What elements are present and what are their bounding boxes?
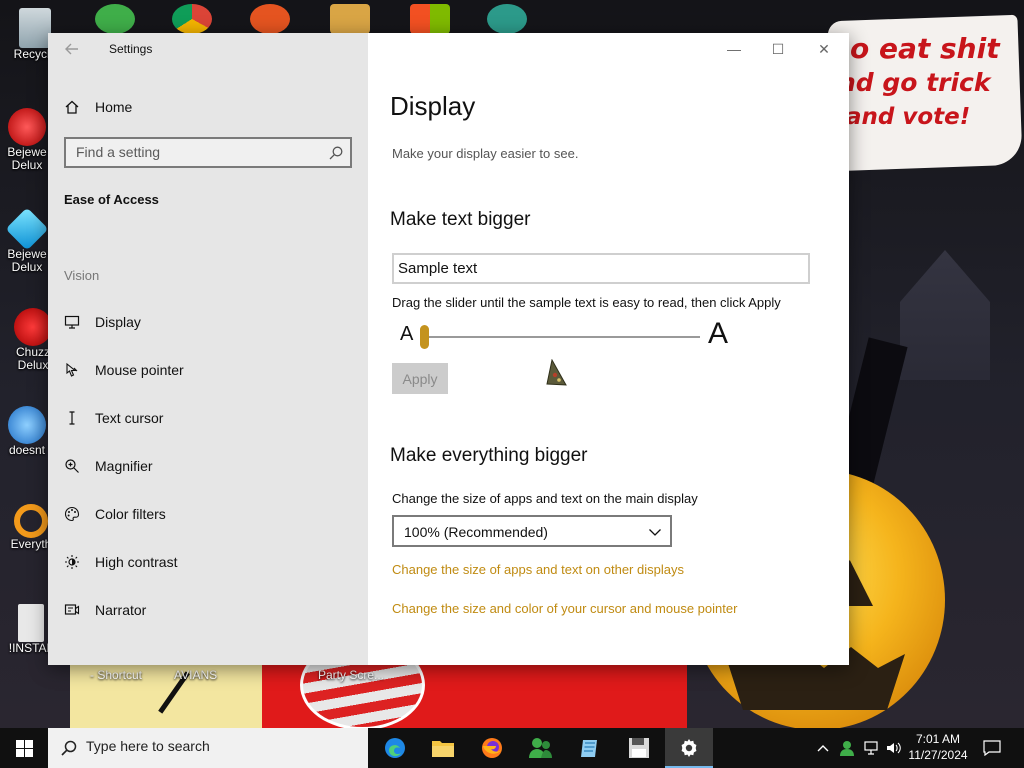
mouse-pointer-icon (66, 362, 78, 377)
slider-hint: Drag the slider until the sample text is… (392, 295, 781, 310)
start-button[interactable] (0, 728, 48, 768)
magnifier-icon (65, 459, 79, 473)
scale-label: Change the size of apps and text on the … (392, 491, 698, 506)
notepad-icon[interactable] (566, 728, 614, 768)
chrome-icon[interactable] (172, 4, 212, 34)
windows-logo-icon (15, 739, 33, 757)
narrator-icon (64, 604, 80, 615)
edge-icon[interactable] (371, 728, 419, 768)
nav-item-label: High contrast (95, 554, 178, 570)
file-explorer-icon[interactable] (419, 728, 467, 768)
high-contrast-icon (65, 555, 79, 569)
nav-item-label: Magnifier (95, 458, 153, 474)
clock-time: 7:01 AM (915, 732, 961, 746)
window-title: Settings (109, 42, 153, 56)
wallpaper-house (900, 250, 990, 380)
nav-home[interactable]: Home (64, 95, 344, 119)
nav-item-narrator[interactable]: Narrator (48, 588, 368, 632)
desktop-icon-label[interactable]: - Shortcut (90, 668, 142, 682)
close-button[interactable]: ✕ (804, 39, 844, 61)
taskbar-clock[interactable]: 7:01 AM 11/27/2024 (902, 731, 974, 763)
nav-item-label: Narrator (95, 602, 147, 618)
search-icon (61, 740, 77, 756)
text-size-slider-thumb[interactable] (420, 325, 429, 349)
scale-dropdown[interactable]: 100% (Recommended) (392, 515, 672, 547)
nav-section-title: Ease of Access (64, 192, 159, 207)
nav-item-label: Text cursor (95, 410, 164, 426)
nav-item-magnifier[interactable]: Magnifier (48, 444, 368, 488)
scale-dropdown-value: 100% (Recommended) (404, 524, 548, 540)
minimize-button[interactable]: — (714, 39, 754, 61)
nav-item-color-filters[interactable]: Color filters (48, 492, 368, 536)
nav-item-mouse-pointer[interactable]: Mouse pointer (48, 348, 368, 392)
sample-text: Sample text (398, 260, 478, 277)
app-icon[interactable] (330, 4, 370, 34)
settings-content-pane: — ☐ ✕ Display Make your display easier t… (368, 33, 849, 665)
slider-small-a-label: A (400, 323, 414, 345)
save-disk-icon[interactable] (615, 728, 663, 768)
notification-center-icon[interactable] (978, 728, 1006, 768)
settings-window: Settings Home Ease of Access Vision Disp… (48, 33, 849, 665)
clock-date: 11/27/2024 (908, 748, 968, 762)
people-icon[interactable] (95, 4, 135, 34)
chevron-down-icon (649, 529, 661, 536)
maximize-button[interactable]: ☐ (758, 39, 798, 61)
text-size-slider-track[interactable] (420, 336, 700, 338)
chevron-up-icon[interactable] (814, 728, 832, 768)
app-icon[interactable] (250, 4, 290, 34)
taskbar: 7:01 AM 11/27/2024 (0, 728, 1024, 768)
next-section-heading-cut (390, 657, 590, 665)
monitor-icon (64, 315, 80, 329)
search-icon[interactable] (328, 145, 344, 161)
office-icon[interactable] (410, 4, 450, 34)
firefox-icon[interactable] (468, 728, 516, 768)
desktop-icon-label[interactable]: Party Scre... (318, 668, 384, 682)
nav-item-display[interactable]: Display (48, 300, 368, 344)
apply-button[interactable]: Apply (392, 363, 448, 394)
back-arrow-icon[interactable] (64, 41, 82, 59)
nav-item-label: Color filters (95, 506, 166, 522)
nav-item-label: Mouse pointer (95, 362, 184, 378)
make-everything-bigger-heading: Make everything bigger (390, 445, 588, 466)
wallpaper-sign-text: o eat shit nd go trick and vote! (838, 32, 1000, 130)
people-icon[interactable] (517, 728, 565, 768)
nav-item-label: Display (95, 314, 141, 330)
page-title: Display (390, 91, 476, 121)
settings-gear-icon[interactable] (665, 728, 713, 768)
find-setting-input[interactable] (76, 144, 321, 160)
home-icon (65, 100, 79, 114)
sample-text-box: Sample text (392, 253, 810, 284)
nav-home-label: Home (95, 99, 133, 115)
page-subtitle: Make your display easier to see. (392, 146, 579, 161)
nav-item-high-contrast[interactable]: High contrast (48, 540, 368, 584)
taskbar-search-input[interactable] (86, 738, 356, 754)
taskbar-search-box[interactable] (48, 728, 368, 768)
find-setting-box[interactable] (64, 137, 352, 168)
network-icon[interactable] (862, 728, 882, 768)
custom-cursor-icon (546, 359, 567, 386)
character-icon[interactable] (487, 4, 527, 34)
people-tray-icon[interactable] (836, 728, 858, 768)
text-cursor-icon (69, 411, 75, 425)
other-displays-link[interactable]: Change the size of apps and text on othe… (392, 562, 684, 577)
volume-icon[interactable] (884, 728, 904, 768)
nav-group-title: Vision (64, 268, 100, 283)
cursor-pointer-link[interactable]: Change the size and color of your cursor… (392, 601, 737, 616)
slider-large-a-label: A (708, 317, 729, 350)
desktop-icon-label[interactable]: AVIANS (174, 668, 217, 682)
settings-nav-pane: Settings Home Ease of Access Vision Disp… (48, 33, 368, 665)
color-filters-icon (64, 506, 80, 522)
make-text-bigger-heading: Make text bigger (390, 209, 531, 230)
nav-item-text-cursor[interactable]: Text cursor (48, 396, 368, 440)
